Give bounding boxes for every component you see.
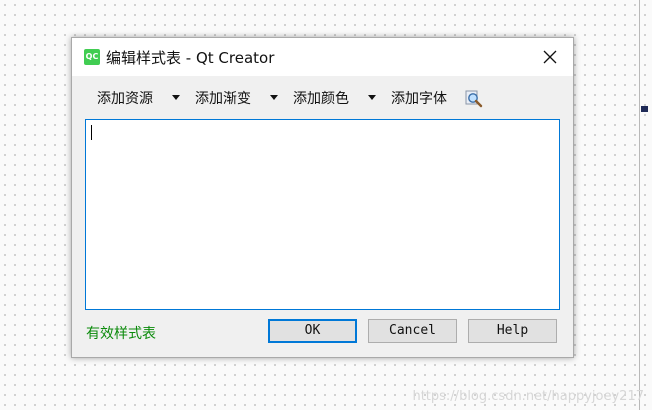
- close-button[interactable]: [527, 38, 573, 76]
- dialog-title: 编辑样式表 - Qt Creator: [106, 49, 275, 67]
- close-icon: [543, 50, 557, 64]
- cancel-button[interactable]: Cancel: [368, 319, 457, 343]
- edit-stylesheet-dialog: QC 编辑样式表 - Qt Creator 添加资源 添加渐变 添加颜色 添加字…: [71, 37, 574, 358]
- title-bar[interactable]: QC 编辑样式表 - Qt Creator: [72, 38, 573, 76]
- add-color-button[interactable]: 添加颜色: [293, 88, 349, 108]
- canvas-divider: [639, 0, 640, 410]
- add-gradient-button[interactable]: 添加渐变: [195, 88, 251, 108]
- watermark: https://blog.csdn.net/happyjoey217: [412, 389, 644, 404]
- stylesheet-editor[interactable]: [85, 119, 560, 310]
- add-font-button[interactable]: 添加字体: [391, 88, 447, 108]
- resize-handle[interactable]: [641, 106, 648, 112]
- find-icon[interactable]: [465, 90, 483, 108]
- add-resource-button[interactable]: 添加资源: [97, 88, 153, 108]
- valid-stylesheet-status: 有效样式表: [86, 326, 156, 342]
- ok-button[interactable]: OK: [268, 319, 357, 343]
- add-color-dropdown-arrow-icon[interactable]: [368, 95, 376, 100]
- add-resource-dropdown-arrow-icon[interactable]: [172, 95, 180, 100]
- qt-creator-icon: QC: [84, 49, 100, 65]
- text-caret: [91, 125, 92, 140]
- add-gradient-dropdown-arrow-icon[interactable]: [270, 95, 278, 100]
- help-button[interactable]: Help: [468, 319, 557, 343]
